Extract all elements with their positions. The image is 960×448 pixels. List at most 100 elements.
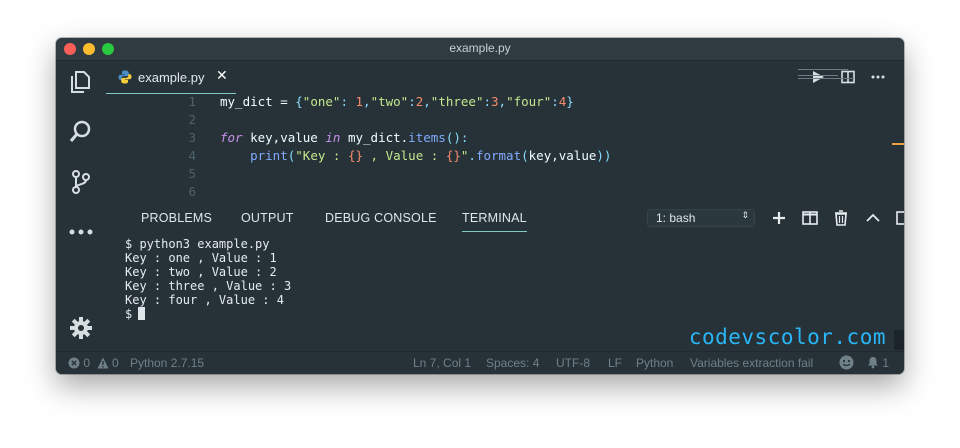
minimap[interactable] bbox=[798, 69, 854, 85]
panel-tab-bar: PROBLEMS OUTPUT DEBUG CONSOLE TERMINAL 1… bbox=[106, 201, 904, 235]
explorer-icon[interactable] bbox=[68, 69, 94, 95]
new-terminal-icon[interactable] bbox=[770, 209, 788, 227]
code-token: , bbox=[363, 94, 371, 109]
tab-terminal[interactable]: TERMINAL bbox=[462, 211, 527, 232]
code-token: "Key : bbox=[295, 148, 348, 163]
code-token: key,value bbox=[242, 130, 326, 145]
editor-tab-bar: example.py ✕ bbox=[106, 61, 904, 94]
python-file-icon bbox=[118, 70, 132, 84]
code-token: 3 bbox=[491, 94, 499, 109]
select-arrows-icon: ⇕ bbox=[741, 211, 749, 221]
code-token: )) bbox=[596, 148, 612, 163]
line-number: 4 bbox=[188, 148, 196, 163]
toggle-panel-position-icon[interactable] bbox=[895, 209, 904, 227]
code-token: : bbox=[551, 94, 559, 109]
window-title: example.py bbox=[449, 41, 511, 55]
warning-count: 0 bbox=[112, 356, 119, 370]
activity-bar bbox=[56, 61, 106, 352]
code-token: my_dict bbox=[220, 94, 273, 109]
code-token: 1 bbox=[355, 94, 364, 109]
code-token: : bbox=[340, 94, 356, 109]
source-control-icon[interactable] bbox=[68, 169, 94, 195]
indentation[interactable]: Spaces: 4 bbox=[486, 356, 539, 370]
code-token: : bbox=[408, 94, 416, 109]
line-number: 2 bbox=[188, 112, 196, 127]
code-token: , bbox=[423, 94, 431, 109]
line-content: print("Key : {} , Value : {}".format(key… bbox=[220, 147, 611, 165]
terminal-select[interactable]: 1: bash ⇕ bbox=[647, 209, 755, 227]
code-token: print bbox=[250, 148, 288, 163]
terminal-line: Key : one , Value : 1 bbox=[125, 251, 277, 265]
more-icon[interactable] bbox=[68, 219, 94, 245]
code-token: {} bbox=[347, 148, 364, 163]
title-bar: example.py bbox=[56, 38, 904, 61]
encoding[interactable]: UTF-8 bbox=[556, 356, 590, 370]
terminal-scrollbar[interactable] bbox=[894, 330, 904, 350]
search-icon[interactable] bbox=[68, 119, 94, 145]
tab-label: example.py bbox=[138, 70, 205, 85]
notifications[interactable]: 1 bbox=[867, 356, 889, 370]
code-token: items bbox=[408, 130, 446, 145]
code-token: my_dict. bbox=[340, 130, 409, 145]
code-token: "four" bbox=[506, 94, 552, 109]
code-editor[interactable]: 1 my_dict = {"one": 1,"two":2,"three":3,"… bbox=[106, 94, 904, 214]
code-token: } bbox=[566, 94, 574, 109]
language-mode[interactable]: Python bbox=[636, 356, 673, 370]
code-token: = bbox=[272, 94, 296, 109]
terminal-prompt-line: $ bbox=[125, 307, 146, 321]
line-content: my_dict = {"one": 1,"two":2,"three":3,"f… bbox=[220, 93, 574, 111]
code-token: {} bbox=[445, 148, 461, 163]
tab-problems[interactable]: PROBLEMS bbox=[141, 211, 212, 225]
terminal-cursor bbox=[138, 307, 146, 320]
vscode-window: example.py example.py ✕ 1 my_dict = {"on… bbox=[56, 38, 904, 374]
code-token: format bbox=[475, 148, 522, 163]
code-token: in bbox=[325, 130, 341, 145]
line-number: 6 bbox=[188, 184, 196, 199]
feedback-smiley-icon[interactable] bbox=[839, 355, 854, 371]
code-token: , Value : bbox=[363, 148, 446, 163]
watermark: codevscolor.com bbox=[688, 325, 886, 349]
bell-icon bbox=[868, 357, 878, 369]
line-content: for key,value in my_dict.items(): bbox=[220, 129, 468, 147]
terminal-select-value: 1: bash bbox=[656, 211, 696, 225]
code-token: . bbox=[468, 148, 476, 163]
trash-icon[interactable] bbox=[832, 209, 850, 227]
bottom-panel: PROBLEMS OUTPUT DEBUG CONSOLE TERMINAL 1… bbox=[106, 201, 904, 352]
code-token: { bbox=[295, 94, 303, 109]
terminal-prompt: $ bbox=[125, 307, 133, 321]
code-token: (): bbox=[445, 130, 469, 145]
code-token: : bbox=[483, 94, 492, 109]
error-icon bbox=[68, 357, 80, 369]
split-terminal-icon[interactable] bbox=[801, 209, 819, 227]
settings-gear-icon[interactable] bbox=[68, 315, 94, 341]
tab-debug-console[interactable]: DEBUG CONSOLE bbox=[325, 211, 437, 225]
error-count: 0 bbox=[83, 356, 91, 370]
line-number: 1 bbox=[188, 94, 196, 109]
overview-ruler-marker bbox=[892, 143, 904, 145]
code-token: for bbox=[220, 130, 243, 145]
code-token: "one" bbox=[302, 94, 341, 109]
more-actions-icon[interactable] bbox=[868, 67, 888, 87]
python-interpreter[interactable]: Python 2.7.15 bbox=[130, 356, 204, 370]
maximize-panel-icon[interactable] bbox=[864, 209, 882, 227]
terminal-line: Key : four , Value : 4 bbox=[125, 293, 284, 307]
code-token: "two" bbox=[370, 94, 409, 109]
editor-area: example.py ✕ 1 my_dict = {"one": 1,"two":… bbox=[106, 61, 904, 213]
line-number: 5 bbox=[188, 166, 196, 181]
cursor-position[interactable]: Ln 7, Col 1 bbox=[413, 356, 471, 370]
tab-close-button[interactable]: ✕ bbox=[216, 68, 228, 84]
notification-count: 1 bbox=[882, 356, 890, 370]
code-token: key,value bbox=[528, 148, 597, 163]
warning-icon bbox=[97, 357, 109, 369]
line-number: 3 bbox=[188, 130, 196, 145]
terminal-line: $ python3 example.py bbox=[125, 237, 270, 251]
code-token: ( bbox=[521, 148, 529, 163]
tab-output[interactable]: OUTPUT bbox=[241, 211, 294, 225]
terminal-line: Key : two , Value : 2 bbox=[125, 265, 277, 279]
tab-example-py[interactable]: example.py ✕ bbox=[106, 61, 236, 94]
status-message: Variables extraction fail bbox=[690, 356, 814, 370]
problems-indicator[interactable]: 0 0 bbox=[68, 356, 119, 370]
terminal-line: Key : three , Value : 3 bbox=[125, 279, 292, 293]
end-of-line[interactable]: LF bbox=[608, 356, 622, 370]
